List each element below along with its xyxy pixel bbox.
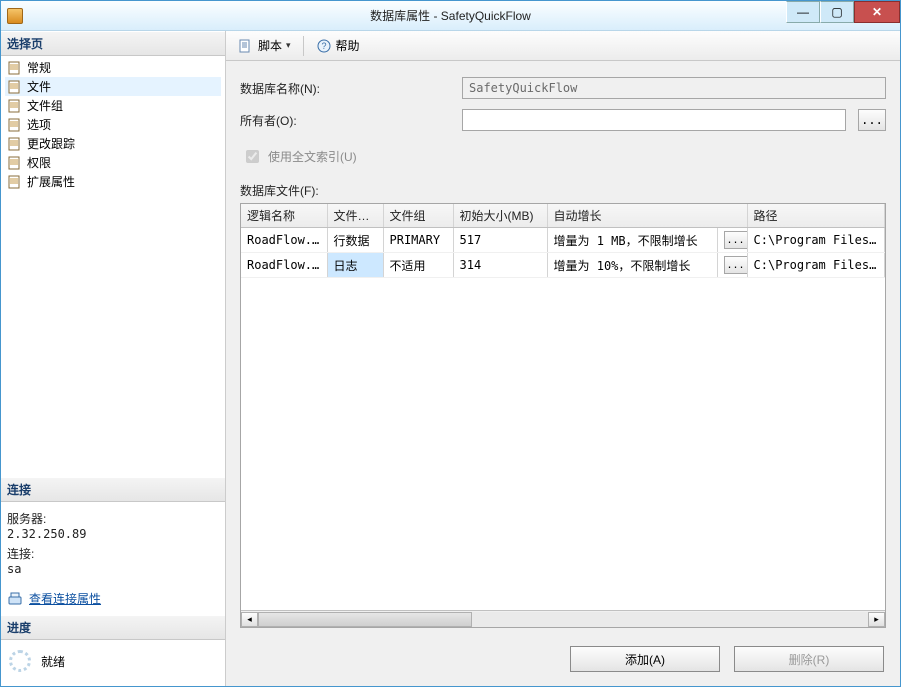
files-table[interactable]: 逻辑名称 文件类型 文件组 初始大小(MB) 自动增长 路径 RoadFlow.… bbox=[241, 204, 885, 278]
page-label: 权限 bbox=[27, 154, 51, 171]
scroll-left-button[interactable]: ◂ bbox=[241, 612, 258, 627]
db-name-input[interactable] bbox=[462, 77, 886, 99]
server-label: 服务器: bbox=[7, 510, 219, 527]
window-title: 数据库属性 - SafetyQuickFlow bbox=[1, 7, 900, 24]
owner-browse-button[interactable]: ... bbox=[858, 109, 886, 131]
files-section-label: 数据库文件(F): bbox=[226, 174, 900, 203]
horizontal-scrollbar[interactable]: ◂ ▸ bbox=[241, 610, 885, 627]
page-item-files[interactable]: 文件 bbox=[5, 77, 221, 96]
left-pane: 选择页 常规 文件 文件组 选项 bbox=[1, 31, 226, 686]
page-item-filegroups[interactable]: 文件组 bbox=[5, 96, 221, 115]
autogrow-edit-button[interactable]: ... bbox=[724, 256, 748, 274]
table-header-row: 逻辑名称 文件类型 文件组 初始大小(MB) 自动增长 路径 bbox=[241, 204, 885, 228]
toolbar-separator bbox=[303, 36, 304, 56]
page-icon bbox=[7, 174, 23, 190]
script-icon bbox=[238, 38, 254, 54]
connection-header: 连接 bbox=[1, 477, 225, 502]
owner-label: 所有者(O): bbox=[240, 112, 450, 129]
col-init-size[interactable]: 初始大小(MB) bbox=[453, 204, 547, 228]
cell-logical-name[interactable]: RoadFlow... bbox=[241, 253, 327, 278]
scroll-track[interactable] bbox=[258, 612, 868, 627]
conn-label: 连接: bbox=[7, 545, 219, 562]
action-buttons: 添加(A) 删除(R) bbox=[226, 636, 900, 686]
right-pane: 脚本 ▾ ? 帮助 数据库名称(N): 所有者(O): ... 使用全文索 bbox=[226, 31, 900, 686]
cell-autogrow[interactable]: 增量为 10%，不限制增长 bbox=[547, 253, 717, 278]
col-filegroup[interactable]: 文件组 bbox=[383, 204, 453, 228]
page-icon bbox=[7, 155, 23, 171]
page-item-extendedprops[interactable]: 扩展属性 bbox=[5, 172, 221, 191]
cell-path[interactable]: C:\Program Files\Micr bbox=[747, 253, 884, 278]
progress-block: 就绪 bbox=[1, 640, 225, 686]
fulltext-checkbox bbox=[246, 150, 259, 163]
db-name-label: 数据库名称(N): bbox=[240, 80, 450, 97]
connection-props-icon bbox=[7, 591, 23, 607]
cell-init-size[interactable]: 517 bbox=[453, 228, 547, 253]
page-item-general[interactable]: 常规 bbox=[5, 58, 221, 77]
cell-autogrow[interactable]: 增量为 1 MB，不限制增长 bbox=[547, 228, 717, 253]
cell-filegroup[interactable]: PRIMARY bbox=[383, 228, 453, 253]
page-label: 文件组 bbox=[27, 97, 63, 114]
grid-empty-area bbox=[241, 278, 885, 610]
page-label: 常规 bbox=[27, 59, 51, 76]
cell-file-type[interactable]: 日志 bbox=[327, 253, 383, 278]
help-icon: ? bbox=[316, 38, 332, 54]
autogrow-edit-button[interactable]: ... bbox=[724, 231, 748, 249]
help-label: 帮助 bbox=[336, 37, 360, 54]
close-button[interactable]: ✕ bbox=[854, 1, 900, 23]
window-buttons: — ▢ ✕ bbox=[786, 1, 900, 30]
col-path[interactable]: 路径 bbox=[747, 204, 884, 228]
toolbar: 脚本 ▾ ? 帮助 bbox=[226, 31, 900, 61]
page-list: 常规 文件 文件组 选项 更改跟踪 bbox=[1, 56, 225, 477]
progress-spinner-icon bbox=[9, 650, 31, 672]
dropdown-arrow-icon: ▾ bbox=[286, 40, 291, 51]
select-page-header: 选择页 bbox=[1, 31, 225, 56]
page-label: 更改跟踪 bbox=[27, 135, 75, 152]
page-item-changetracking[interactable]: 更改跟踪 bbox=[5, 134, 221, 153]
script-label: 脚本 bbox=[258, 37, 282, 54]
cell-file-type[interactable]: 行数据 bbox=[327, 228, 383, 253]
help-button[interactable]: ? 帮助 bbox=[312, 35, 364, 56]
col-file-type[interactable]: 文件类型 bbox=[327, 204, 383, 228]
svg-text:?: ? bbox=[321, 41, 326, 51]
script-button[interactable]: 脚本 ▾ bbox=[234, 35, 295, 56]
page-icon bbox=[7, 117, 23, 133]
maximize-button[interactable]: ▢ bbox=[820, 1, 854, 23]
database-properties-dialog: 数据库属性 - SafetyQuickFlow — ▢ ✕ 选择页 常规 文件 bbox=[0, 0, 901, 687]
page-label: 选项 bbox=[27, 116, 51, 133]
scroll-thumb[interactable] bbox=[258, 612, 472, 627]
minimize-button[interactable]: — bbox=[786, 1, 820, 23]
page-item-options[interactable]: 选项 bbox=[5, 115, 221, 134]
page-icon bbox=[7, 79, 23, 95]
files-grid: 逻辑名称 文件类型 文件组 初始大小(MB) 自动增长 路径 RoadFlow.… bbox=[240, 203, 886, 628]
scroll-right-button[interactable]: ▸ bbox=[868, 612, 885, 627]
col-autogrow[interactable]: 自动增长 bbox=[547, 204, 747, 228]
form-area: 数据库名称(N): 所有者(O): ... 使用全文索引(U) bbox=[226, 61, 900, 174]
cell-path[interactable]: C:\Program Files\Micr bbox=[747, 228, 884, 253]
add-button[interactable]: 添加(A) bbox=[570, 646, 720, 672]
table-row[interactable]: RoadFlow... 行数据 PRIMARY 517 增量为 1 MB，不限制… bbox=[241, 228, 885, 253]
fulltext-label: 使用全文索引(U) bbox=[268, 148, 357, 165]
app-icon bbox=[7, 8, 23, 24]
server-value: 2.32.250.89 bbox=[7, 527, 219, 541]
col-logical-name[interactable]: 逻辑名称 bbox=[241, 204, 327, 228]
owner-input[interactable] bbox=[462, 109, 846, 131]
cell-init-size[interactable]: 314 bbox=[453, 253, 547, 278]
page-icon bbox=[7, 136, 23, 152]
page-icon bbox=[7, 60, 23, 76]
cell-filegroup[interactable]: 不适用 bbox=[383, 253, 453, 278]
page-label: 文件 bbox=[27, 78, 51, 95]
remove-button[interactable]: 删除(R) bbox=[734, 646, 884, 672]
page-label: 扩展属性 bbox=[27, 173, 75, 190]
page-item-permissions[interactable]: 权限 bbox=[5, 153, 221, 172]
cell-logical-name[interactable]: RoadFlow... bbox=[241, 228, 327, 253]
connection-info: 服务器: 2.32.250.89 连接: sa bbox=[1, 502, 225, 582]
page-icon bbox=[7, 98, 23, 114]
progress-status: 就绪 bbox=[41, 653, 65, 670]
titlebar: 数据库属性 - SafetyQuickFlow — ▢ ✕ bbox=[1, 1, 900, 31]
conn-value: sa bbox=[7, 562, 219, 576]
view-connection-properties-link[interactable]: 查看连接属性 bbox=[29, 590, 101, 607]
progress-header: 进度 bbox=[1, 615, 225, 640]
table-row[interactable]: RoadFlow... 日志 不适用 314 增量为 10%，不限制增长 ...… bbox=[241, 253, 885, 278]
